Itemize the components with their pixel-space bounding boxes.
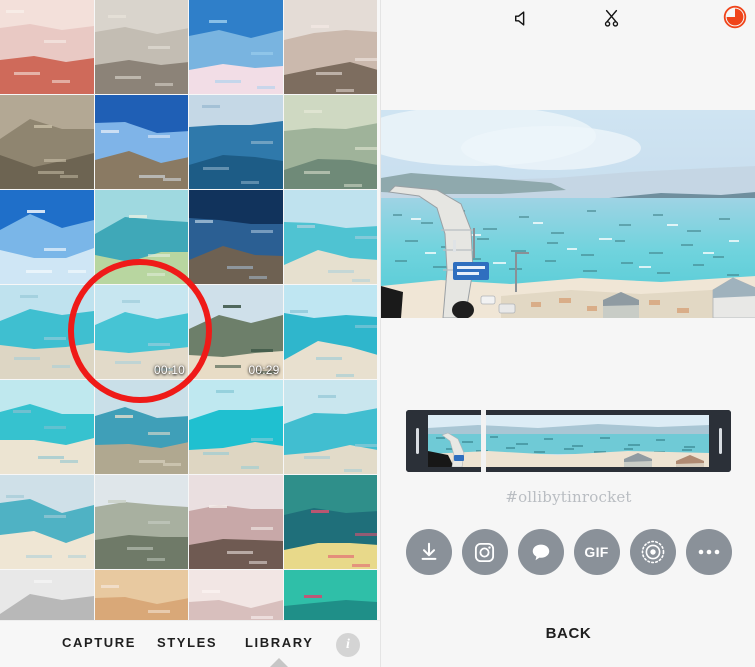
tab-styles[interactable]: STYLES xyxy=(157,635,217,650)
media-thumbnail[interactable] xyxy=(0,95,94,189)
back-button[interactable]: BACK xyxy=(381,625,755,642)
timeline-playhead[interactable] xyxy=(481,410,486,472)
media-thumbnail[interactable] xyxy=(283,380,377,474)
thumbnail-art xyxy=(94,190,188,284)
editor-panel: #ollibytinrocket GIF BACK xyxy=(380,0,755,667)
thumbnail-art xyxy=(0,380,94,474)
thumbnail-art xyxy=(94,95,188,189)
active-tab-indicator-triangle xyxy=(270,658,288,667)
media-thumbnail[interactable] xyxy=(283,0,377,94)
tab-library[interactable]: LIBRARY xyxy=(245,635,314,650)
thumbnail-art xyxy=(283,285,377,379)
scissors-icon[interactable] xyxy=(597,5,625,31)
save-button[interactable] xyxy=(405,529,452,575)
media-thumbnail[interactable] xyxy=(94,380,188,474)
thumbnail-art xyxy=(0,285,94,379)
media-thumbnail[interactable] xyxy=(0,190,94,284)
media-thumbnail[interactable] xyxy=(0,285,94,379)
thumbnail-art xyxy=(283,0,377,94)
instagram-button[interactable] xyxy=(461,529,508,575)
media-thumbnail[interactable] xyxy=(0,475,94,569)
message-button[interactable] xyxy=(517,529,564,575)
instagram-icon xyxy=(474,542,495,562)
thumbnail-art xyxy=(94,0,188,94)
loop-target-icon xyxy=(641,540,664,564)
media-grid: 00:10 00:29 xyxy=(0,0,380,664)
thumbnail-art xyxy=(189,380,283,474)
thumbnail-art xyxy=(0,475,94,569)
media-thumbnail[interactable] xyxy=(189,380,283,474)
media-thumbnail[interactable] xyxy=(94,190,188,284)
loop-button[interactable] xyxy=(629,529,676,575)
filmstrip-thumbnails xyxy=(428,415,709,467)
editor-toolbar xyxy=(381,0,755,36)
media-thumbnail[interactable] xyxy=(189,475,283,569)
progress-pie-icon[interactable] xyxy=(722,4,748,30)
thumbnail-art xyxy=(283,95,377,189)
thumbnail-art xyxy=(0,0,94,94)
ellipsis-icon xyxy=(698,549,719,555)
trim-timeline[interactable] xyxy=(406,410,731,472)
media-thumbnail[interactable] xyxy=(283,190,377,284)
trim-handle-end[interactable] xyxy=(709,410,731,472)
thumbnail-art xyxy=(94,380,188,474)
app-root: 00:10 00:29 CAPTURE STYLES LIBRARY i #ol… xyxy=(0,0,755,667)
thumbnail-art xyxy=(283,190,377,284)
message-icon xyxy=(532,544,549,561)
media-thumbnail[interactable] xyxy=(94,95,188,189)
media-thumbnail[interactable] xyxy=(94,0,188,94)
info-button[interactable]: i xyxy=(336,633,360,657)
media-thumbnail[interactable] xyxy=(283,475,377,569)
thumbnail-art xyxy=(189,475,283,569)
media-thumbnail[interactable] xyxy=(283,95,377,189)
gif-label: GIF xyxy=(584,544,609,560)
thumbnail-art xyxy=(189,95,283,189)
video-preview[interactable] xyxy=(381,110,755,318)
trim-handle-grip xyxy=(718,428,722,454)
thumbnail-art xyxy=(189,0,283,94)
thumbnail-art xyxy=(189,190,283,284)
media-thumbnail[interactable]: 00:10 xyxy=(94,285,188,379)
media-thumbnail[interactable] xyxy=(189,95,283,189)
thumbnail-art xyxy=(94,475,188,569)
media-thumbnail[interactable]: 00:29 xyxy=(189,285,283,379)
media-thumbnail[interactable] xyxy=(94,475,188,569)
thumbnail-duration: 00:10 xyxy=(153,363,185,377)
library-tabbar: CAPTURE STYLES LIBRARY xyxy=(0,620,380,667)
thumbnail-art xyxy=(283,475,377,569)
media-thumbnail[interactable] xyxy=(283,285,377,379)
trim-handle-grip xyxy=(415,428,419,454)
trim-handle-start[interactable] xyxy=(406,410,428,472)
thumbnail-art xyxy=(0,190,94,284)
media-thumbnail[interactable] xyxy=(189,190,283,284)
gif-button[interactable]: GIF xyxy=(573,529,620,575)
library-panel: 00:10 00:29 CAPTURE STYLES LIBRARY i xyxy=(0,0,380,667)
thumbnail-duration: 00:29 xyxy=(248,363,280,377)
thumbnail-art xyxy=(283,380,377,474)
media-thumbnail[interactable] xyxy=(0,380,94,474)
tab-capture[interactable]: CAPTURE xyxy=(62,635,136,650)
download-icon xyxy=(421,542,436,560)
thumbnail-art xyxy=(0,95,94,189)
media-thumbnail[interactable] xyxy=(189,0,283,94)
speaker-mute-icon[interactable] xyxy=(507,5,535,31)
hashtag-label: #ollibytinrocket xyxy=(505,488,632,506)
share-buttons-row: GIF xyxy=(381,529,755,575)
media-thumbnail[interactable] xyxy=(0,0,94,94)
more-button[interactable] xyxy=(685,529,732,575)
